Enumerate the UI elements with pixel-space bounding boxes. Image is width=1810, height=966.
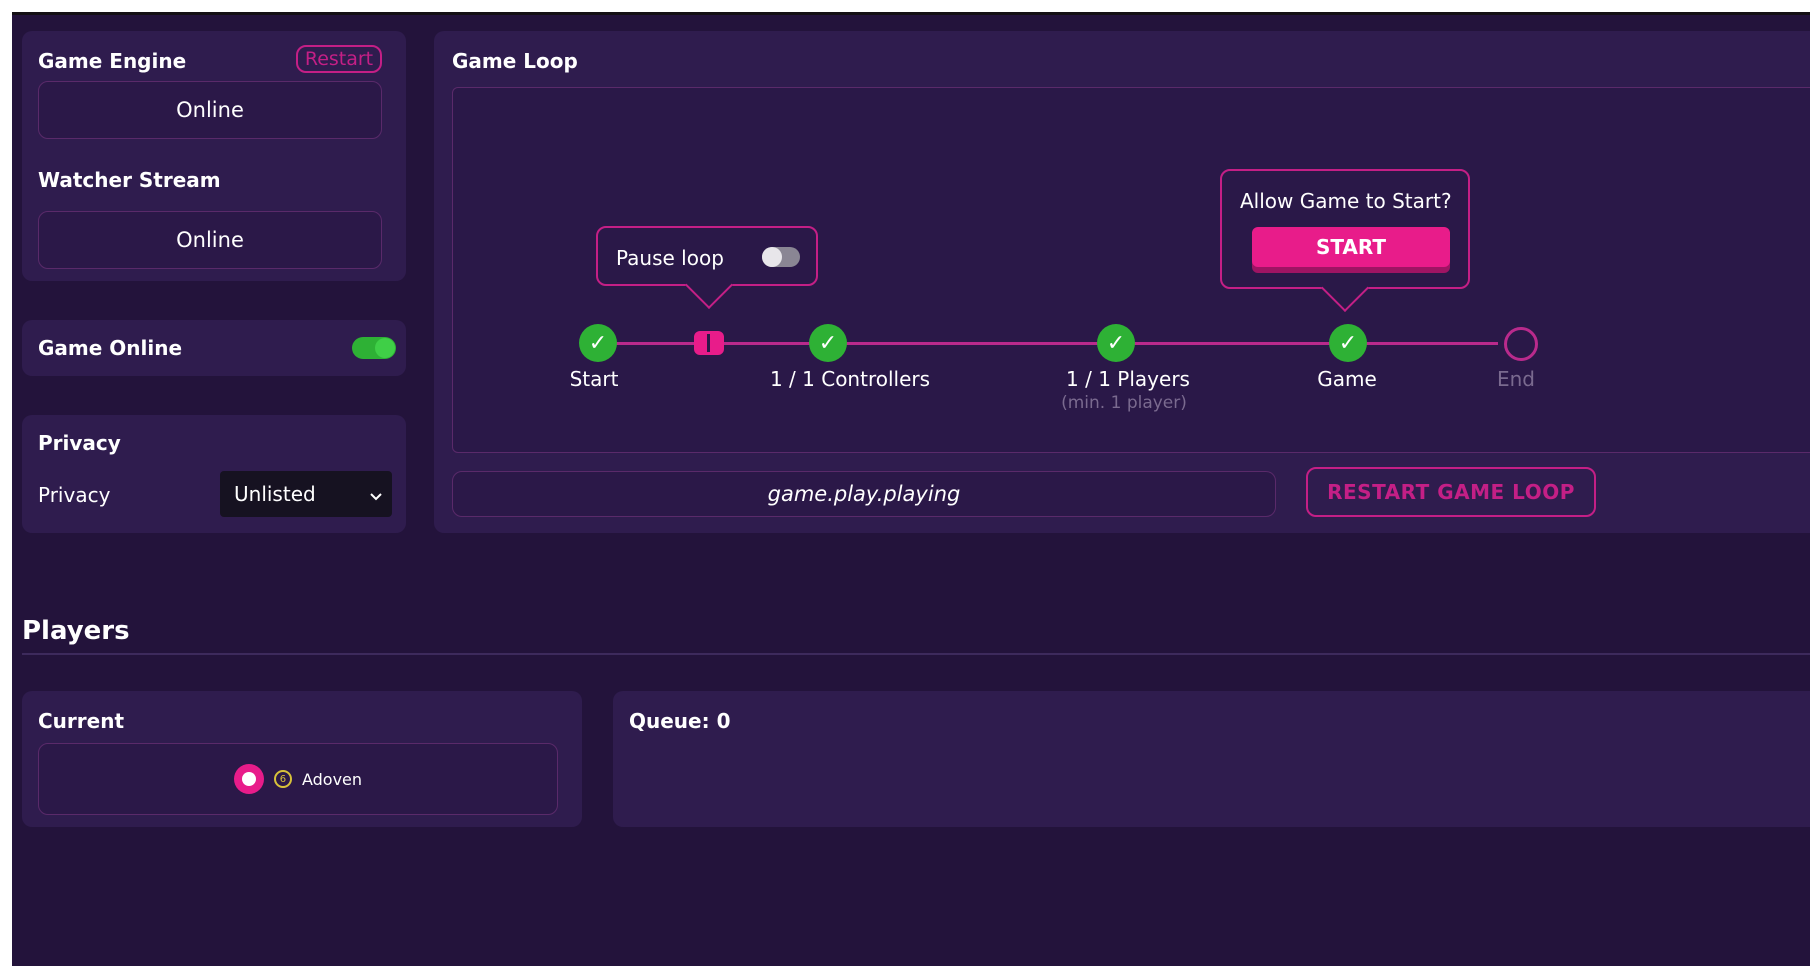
- restart-game-loop-button[interactable]: RESTART GAME LOOP: [1306, 467, 1596, 517]
- step-game-check-icon: ✓: [1329, 324, 1367, 362]
- stream-title: Watcher Stream: [38, 168, 221, 192]
- privacy-label: Privacy: [38, 483, 111, 507]
- pause-handle[interactable]: [694, 331, 724, 355]
- engine-status-field: Online: [38, 81, 382, 139]
- allow-start-question: Allow Game to Start?: [1240, 189, 1452, 213]
- game-online-panel: Game Online: [22, 320, 406, 376]
- game-online-toggle[interactable]: [352, 337, 396, 359]
- stream-status-field: Online: [38, 211, 382, 269]
- toggle-knob: [375, 338, 395, 358]
- step-controllers-label: 1 / 1 Controllers: [769, 367, 931, 391]
- player-level-badge-icon: 6: [273, 770, 292, 788]
- start-game-button[interactable]: START: [1252, 227, 1450, 267]
- step-game-label: Game: [1317, 367, 1377, 391]
- engine-panel: Game Engine Restart Online Watcher Strea…: [22, 31, 406, 281]
- chevron-down-icon: [370, 482, 382, 506]
- current-players-panel: Current 6 Adoven: [22, 691, 582, 827]
- loop-state-text: game.play.playing: [767, 482, 961, 506]
- pause-loop-toggle[interactable]: [762, 247, 800, 267]
- pause-loop-popup: Pause loop: [596, 226, 818, 310]
- loop-state-field: game.play.playing: [452, 471, 1276, 517]
- step-players-label: 1 / 1 Players: [1066, 367, 1190, 391]
- privacy-panel: Privacy Privacy Unlisted: [22, 415, 406, 533]
- step-controllers-check-icon: ✓: [809, 324, 847, 362]
- app-frame: Game Engine Restart Online Watcher Strea…: [12, 12, 1810, 966]
- step-players-check-icon: ✓: [1097, 324, 1135, 362]
- current-player-box: 6 Adoven: [38, 743, 558, 815]
- avatar-icon: [233, 764, 264, 794]
- step-start-label: Start: [569, 367, 619, 391]
- toggle-knob: [762, 247, 782, 267]
- queue-title: Queue: 0: [629, 709, 731, 733]
- player-level-badge-text: 6: [279, 773, 287, 785]
- player-row[interactable]: 6 Adoven: [233, 764, 363, 794]
- game-loop-panel: Game Loop Pause loop Allow Game to Start…: [434, 31, 1810, 533]
- players-divider: [22, 653, 1810, 655]
- step-start-check-icon: ✓: [579, 324, 617, 362]
- players-heading: Players: [22, 616, 130, 646]
- engine-restart-button[interactable]: Restart: [296, 45, 382, 73]
- privacy-title: Privacy: [38, 431, 121, 455]
- privacy-select[interactable]: Unlisted: [220, 471, 392, 517]
- pause-loop-label: Pause loop: [616, 246, 724, 270]
- player-name: Adoven: [301, 769, 363, 789]
- current-title: Current: [38, 709, 125, 733]
- step-end-circle-icon: [1504, 327, 1538, 361]
- step-players-sublabel: (min. 1 player): [1061, 393, 1187, 413]
- engine-title: Game Engine: [38, 49, 187, 73]
- game-online-label: Game Online: [38, 336, 183, 360]
- step-end-label: End: [1496, 367, 1536, 391]
- game-loop-title: Game Loop: [452, 49, 578, 73]
- privacy-selected-value: Unlisted: [234, 482, 316, 506]
- allow-start-popup: Allow Game to Start? START: [1220, 169, 1470, 313]
- queue-panel: Queue: 0: [613, 691, 1810, 827]
